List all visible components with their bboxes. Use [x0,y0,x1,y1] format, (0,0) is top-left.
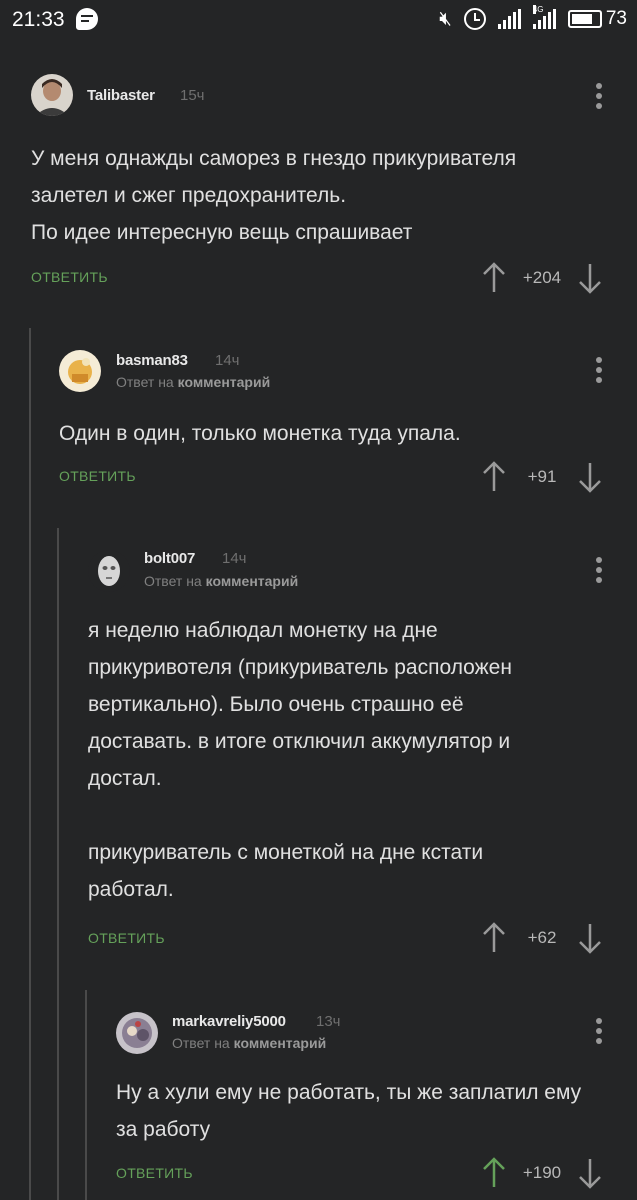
thread-line [85,990,87,1200]
avatar[interactable] [88,550,130,592]
reply-button[interactable]: ОТВЕТИТЬ [116,1165,193,1181]
arrow-down-icon[interactable] [577,1157,603,1189]
comment-text: Ну а хули ему не работать, ты же заплати… [116,1081,582,1141]
more-vert-icon[interactable] [596,357,602,383]
reply-to-prefix: Ответ на [144,573,202,589]
vote-controls: +62 [481,922,603,954]
reply-to-prefix: Ответ на [116,374,174,390]
username[interactable]: markavreliy5000 [172,1013,286,1030]
arrow-up-icon[interactable] [481,262,507,294]
signal-4g-icon: 4G [532,5,556,29]
comment-time: 14ч [222,550,247,567]
reply-button[interactable]: ОТВЕТИТЬ [88,930,165,946]
signal-icon [497,9,521,29]
reply-to[interactable]: Ответ на комментарий [116,374,270,390]
reply-to-target[interactable]: комментарий [178,374,271,390]
avatar[interactable] [116,1012,158,1054]
comment-time: 13ч [316,1013,341,1030]
arrow-up-icon[interactable] [481,922,507,954]
battery-icon: 73 [567,8,627,30]
score: +204 [522,268,562,287]
reply-to[interactable]: Ответ на комментарий [144,573,298,589]
score: +91 [527,467,557,486]
arrow-down-icon[interactable] [577,922,603,954]
username[interactable]: bolt007 [144,550,195,567]
network-type: 4G [532,5,544,14]
arrow-down-icon[interactable] [577,262,603,294]
more-vert-icon[interactable] [596,1018,602,1044]
comment-text: я неделю наблюдал монетку на дне прикури… [88,619,512,901]
battery-level [567,10,602,28]
reply-to-target[interactable]: комментарий [234,1035,327,1051]
status-bar: 21:33 🔇︎ 4G 73 [0,0,637,38]
battery-percent: 73 [605,8,627,29]
alarm-icon [463,8,486,30]
score: +190 [522,1163,562,1182]
more-vert-icon[interactable] [596,83,602,109]
chat-icon [76,8,98,30]
reply-to-prefix: Ответ на [172,1035,230,1051]
username[interactable]: basman83 [116,352,188,369]
comment-text: Один в один, только монетка туда упала. [59,422,461,445]
arrow-down-icon[interactable] [577,461,603,493]
mute-icon: 🔇︎ [439,7,452,30]
arrow-up-icon[interactable] [481,461,507,493]
more-vert-icon[interactable] [596,557,602,583]
avatar[interactable] [59,350,101,392]
vote-controls: +190 [481,1157,603,1189]
reply-button[interactable]: ОТВЕТИТЬ [31,269,108,285]
thread-line [29,328,31,1200]
status-time: 21:33 [12,8,65,31]
comment-time: 14ч [215,352,240,369]
avatar[interactable] [31,74,73,116]
reply-to[interactable]: Ответ на комментарий [172,1035,326,1051]
vote-controls: +204 [481,262,603,294]
vote-controls: +91 [481,461,603,493]
thread-line [57,528,59,1200]
comment-time: 15ч [180,87,205,104]
arrow-up-icon[interactable] [481,1157,507,1189]
username[interactable]: Talibaster [87,87,155,104]
score: +62 [527,928,557,947]
reply-button[interactable]: ОТВЕТИТЬ [59,468,136,484]
reply-to-target[interactable]: комментарий [206,573,299,589]
comment-text: У меня однажды саморез в гнездо прикурив… [31,147,517,244]
